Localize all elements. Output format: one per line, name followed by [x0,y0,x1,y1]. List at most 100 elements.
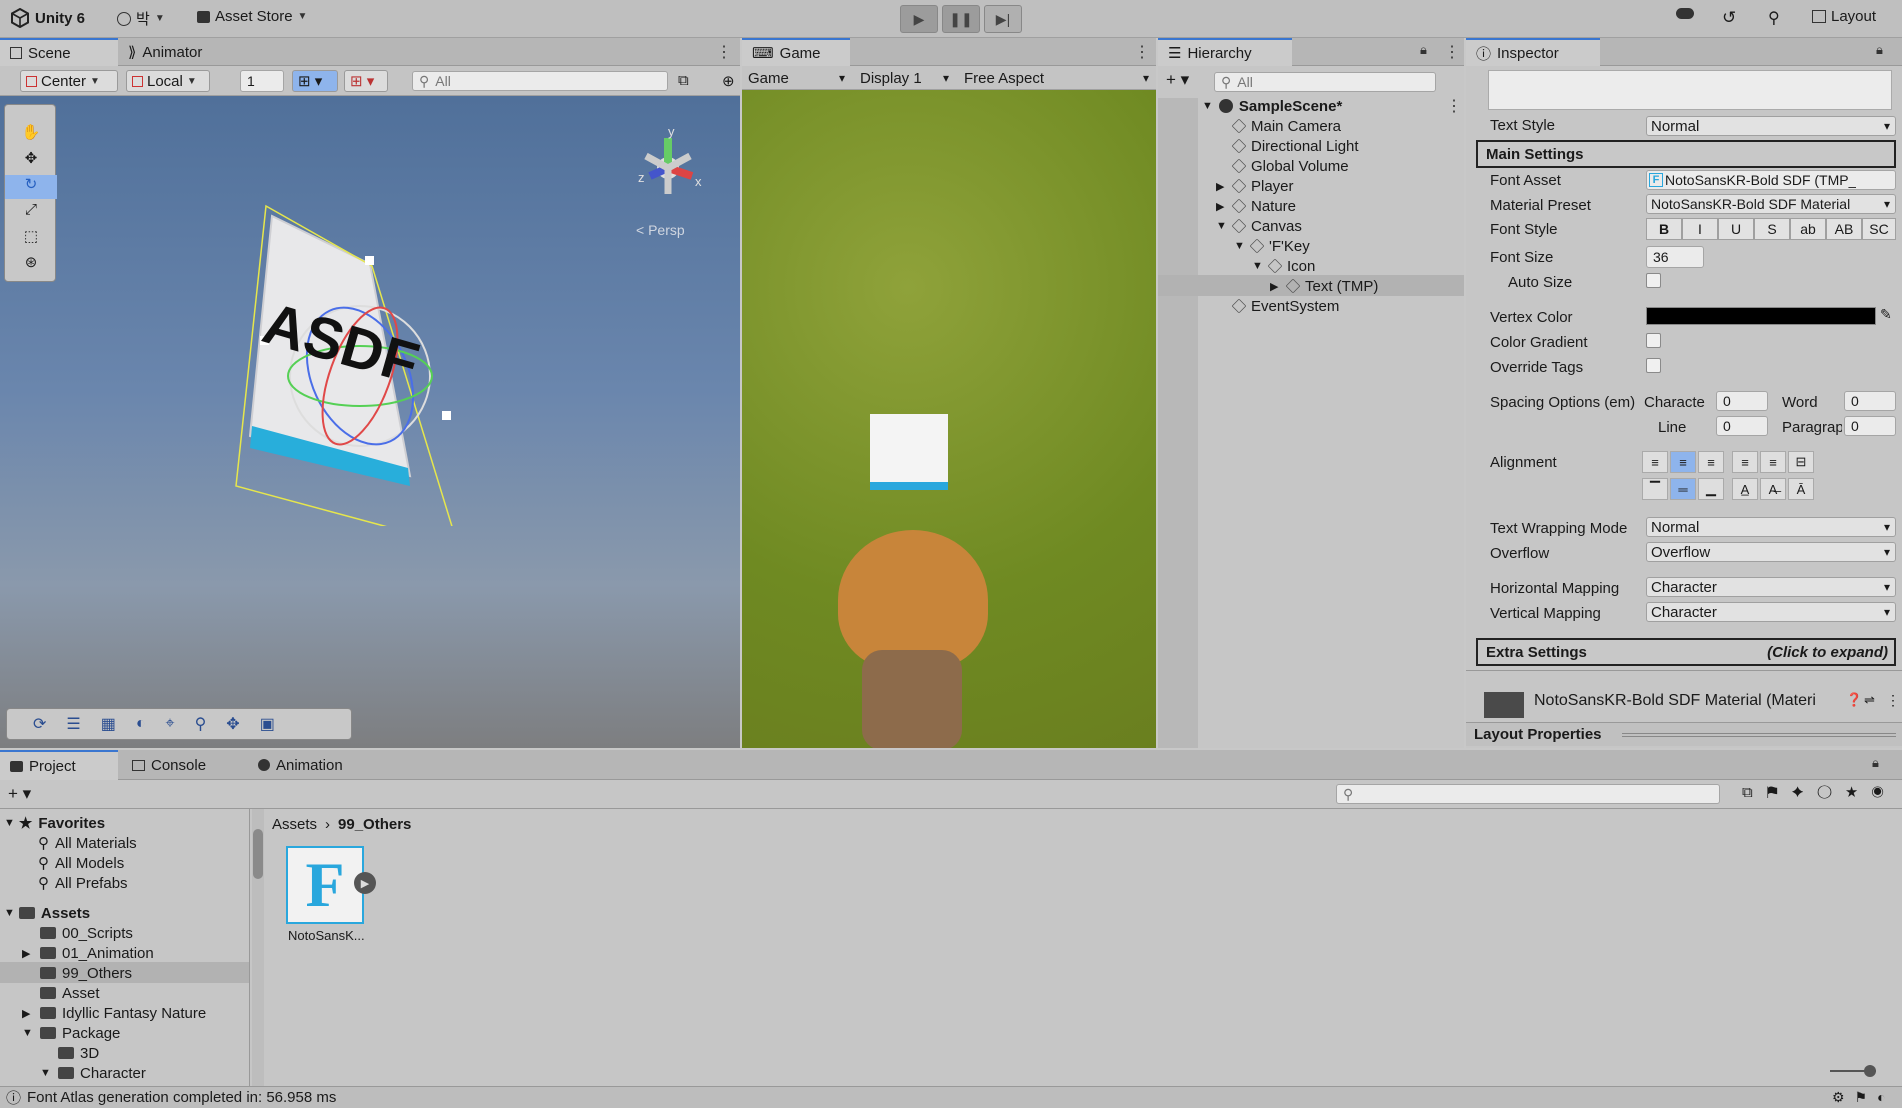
project-filter-icons[interactable]: ⧉⚑✦◯★◉ [1742,784,1898,801]
collapse-arrow-icon[interactable]: ▼ [40,1067,58,1079]
folder-item[interactable]: 3D [58,1043,99,1063]
bold-button[interactable]: B [1646,218,1682,240]
layout-dropdown[interactable]: Layout [1812,8,1876,25]
project-search-input[interactable]: ⚲ [1336,784,1720,804]
more-icon[interactable]: ⋮ [716,42,732,62]
smallcaps-button[interactable]: SC [1862,218,1896,240]
scene-viewport[interactable]: ✋ ✥ ↻ ⤢ ⬚ ⊛ y x z < Persp ASDF ⟳ ☰ ▦ ◐ ⌖… [0,96,740,748]
camera-icon[interactable]: ▣ [260,714,275,734]
horizontal-mapping-dropdown[interactable]: Character [1646,577,1896,597]
color-gradient-checkbox[interactable] [1646,333,1661,348]
account-dropdown[interactable]: 박 ▼ [117,8,165,29]
more-icon[interactable]: ⋮ [1886,692,1900,709]
globe-icon[interactable]: ⊕ [722,72,735,90]
expand-arrow-icon[interactable]: ▶ [1270,280,1286,293]
paragraph-spacing-input[interactable]: 0 [1844,416,1896,436]
strikethrough-button[interactable]: S [1754,218,1790,240]
align-left-icon[interactable]: ≡ [1642,451,1668,473]
folder-item-selected[interactable]: 99_Others [40,963,132,983]
text-input-area[interactable] [1488,70,1892,110]
align-right-icon[interactable]: ≡ [1698,451,1724,473]
material-preset-dropdown[interactable]: NotoSansKR-Bold SDF Material [1646,194,1896,214]
expand-asset-icon[interactable]: ▶ [354,872,376,894]
tab-game[interactable]: ⌨ Game [742,38,850,66]
move-tool-icon[interactable]: ✥ [5,149,57,173]
create-button[interactable]: + ▾ [1166,70,1189,90]
folder-item[interactable]: ▶ 01_Animation [22,943,154,963]
hand-tool-icon[interactable]: ✋ [5,123,57,147]
align-top-icon[interactable]: ▔ [1642,478,1668,500]
favorite-item[interactable]: ⚲ All Materials [38,833,137,853]
unity-logo-button[interactable]: Unity 6 [10,8,85,28]
expand-arrow-icon[interactable]: ▶ [1216,180,1232,193]
lock-icon[interactable]: 🔒︎ [1876,42,1883,58]
folder-item[interactable]: ▼ Package [22,1023,120,1043]
display-dropdown[interactable]: Display 1 [856,68,954,88]
align-capline-icon[interactable]: Ā [1788,478,1814,500]
align-midline-icon[interactable]: A̶ [1760,478,1786,500]
breadcrumb-root[interactable]: Assets [272,816,317,833]
pivot-dropdown[interactable]: Center ▼ [20,70,118,92]
line-spacing-input[interactable]: 0 [1716,416,1768,436]
collapse-arrow-icon[interactable]: ▼ [1216,220,1232,232]
eyedropper-icon[interactable]: ✎ [1880,306,1892,323]
folder-item[interactable]: 00_Scripts [40,923,133,943]
font-size-input[interactable]: 36 [1646,246,1704,268]
zoom-slider-thumb[interactable] [1864,1065,1876,1077]
cloud-button[interactable] [1676,8,1694,19]
layers-icon[interactable]: ☰ [66,714,80,734]
tab-inspector[interactable]: ⓘ Inspector [1466,38,1600,66]
wrapping-mode-dropdown[interactable]: Normal [1646,517,1896,537]
help-icon[interactable]: ❓ [1846,692,1862,708]
project-create-button[interactable]: + ▾ [8,784,31,804]
align-flush-icon[interactable]: ≡ [1760,451,1786,473]
hierarchy-item-global-volume[interactable]: Global Volume [1231,156,1349,176]
scale-tool-icon[interactable]: ⤢ [5,201,57,225]
tree-scrollbar[interactable] [252,809,264,1086]
hierarchy-search-input[interactable]: ⚲ All [1214,72,1436,92]
move-icon[interactable]: ✥ [226,714,239,734]
hierarchy-item-eventsystem[interactable]: EventSystem [1231,296,1339,316]
aspect-dropdown[interactable]: Free Aspect [960,68,1154,88]
align-center-icon[interactable]: ≡ [1670,451,1696,473]
step-button[interactable]: ▶| [984,5,1022,33]
folder-item[interactable]: ▼ Character [40,1063,146,1083]
hierarchy-item-text-tmp[interactable]: ▶ Text (TMP) [1270,276,1378,296]
overflow-dropdown[interactable]: Overflow [1646,542,1896,562]
tab-animation[interactable]: Animation [248,750,353,780]
favorite-item[interactable]: ⚲ All Models [38,853,124,873]
align-baseline-icon[interactable]: A̲ [1732,478,1758,500]
underline-button[interactable]: U [1718,218,1754,240]
grid-snap-toggle[interactable]: ⊞ ▾ [292,70,338,92]
search-button[interactable]: ⚲ [1768,8,1780,28]
italic-button[interactable]: I [1682,218,1718,240]
increment-snap-toggle[interactable]: ⊞ ▾ [344,70,388,92]
text-style-dropdown[interactable]: Normal [1646,116,1896,136]
scene-more-icon[interactable]: ⋮ [1446,96,1462,116]
collapse-arrow-icon[interactable]: ▼ [1252,260,1268,272]
lock-icon[interactable]: 🔒︎ [1872,755,1879,771]
vertical-mapping-dropdown[interactable]: Character [1646,602,1896,622]
tab-scene[interactable]: Scene [0,38,118,66]
asset-thumbnail[interactable]: F [286,846,364,924]
shading-icon[interactable]: ◐ [136,715,146,733]
favorite-item[interactable]: ⚲ All Prefabs [38,873,128,893]
more-icon[interactable]: ⋮ [1134,42,1150,62]
status-icons[interactable]: ⚙⚑◐ [1832,1089,1896,1106]
play-button[interactable]: ▶ [900,5,938,33]
pause-button[interactable]: ❚❚ [942,5,980,33]
align-justify-icon[interactable]: ≡ [1732,451,1758,473]
game-viewport[interactable] [742,90,1156,748]
asset-store-dropdown[interactable]: Asset Store ▼ [197,8,307,25]
tab-animator[interactable]: ⟫ Animator [118,38,212,66]
preset-icon[interactable]: ⇌ [1864,692,1875,708]
assets-root[interactable]: ▼ Assets [4,903,90,923]
search-icon[interactable]: ⚲ [195,714,207,734]
grid-icon[interactable]: ▦ [101,714,116,734]
collapse-arrow-icon[interactable]: ▼ [1234,240,1250,252]
collapse-arrow-icon[interactable]: ▼ [22,1027,40,1039]
transform-tool-icon[interactable]: ⊛ [5,253,57,277]
scrollbar-thumb[interactable] [253,829,263,879]
hierarchy-item-fkey[interactable]: ▼ 'F'Key [1234,236,1310,256]
expand-arrow-icon[interactable]: ▶ [22,1007,40,1020]
